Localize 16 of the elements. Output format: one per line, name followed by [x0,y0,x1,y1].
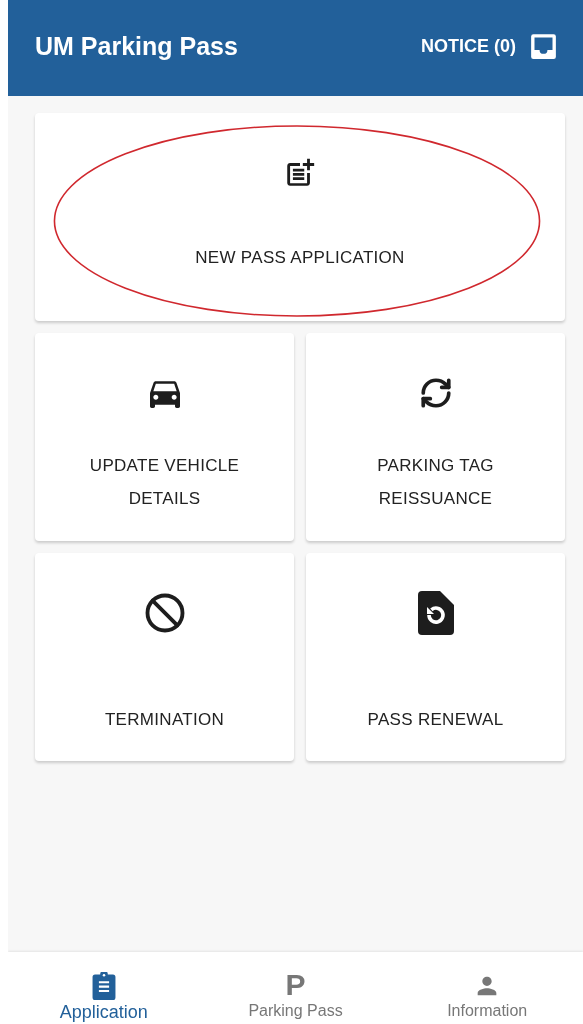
menu-tile[interactable]: TERMINATION [35,553,294,761]
document-restore-icon [417,591,454,635]
sync-arrows-icon [418,376,453,410]
menu-tile[interactable]: PASS RENEWAL [306,553,565,761]
nav-tab[interactable]: P Parking Pass [199,952,392,1024]
menu-tile[interactable]: PARKING TAG REISSUANCE [306,333,565,541]
app-title: UM Parking Pass [35,31,238,61]
notice-button[interactable]: NOTICE (0) [421,32,557,60]
inbox-icon [530,32,557,60]
menu-tile[interactable]: NEW PASS APPLICATION [35,113,565,321]
menu-tile[interactable]: UPDATE VEHICLE DETAILS [35,333,294,541]
parking-glyph: P [285,972,306,1000]
prohibited-icon [143,592,186,634]
clipboard-icon [90,972,117,1000]
nav-tab[interactable]: Information [391,952,583,1024]
nav-tab[interactable]: Application [8,952,200,1024]
